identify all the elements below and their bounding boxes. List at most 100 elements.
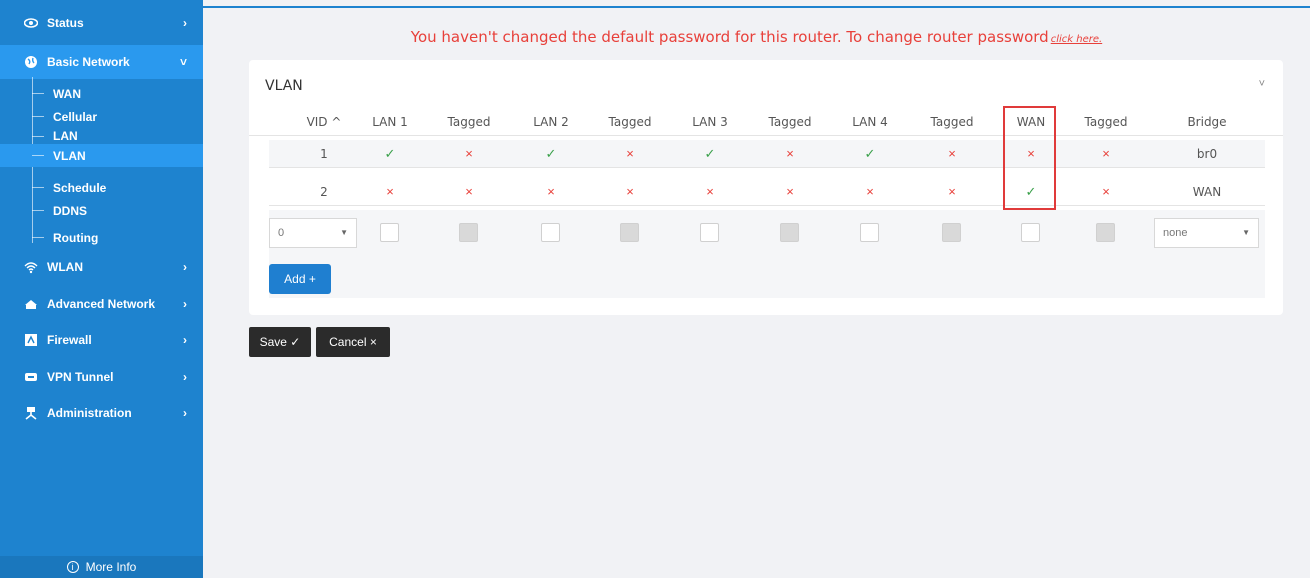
col-lan3: LAN 3 bbox=[692, 115, 728, 129]
card-title: VLAN bbox=[265, 78, 303, 94]
change-password-link[interactable]: click here. bbox=[1051, 34, 1102, 45]
submenu-ddns[interactable]: DDNS bbox=[0, 199, 203, 222]
col-bridge: Bridge bbox=[1187, 115, 1227, 129]
nav-vpn-tunnel[interactable]: VPN Tunnel › bbox=[0, 360, 203, 394]
info-icon: i bbox=[66, 561, 79, 573]
chevron-right-icon: › bbox=[183, 406, 187, 420]
lan1-checkbox[interactable] bbox=[380, 223, 399, 242]
table-header: VID ^ LAN 1 Tagged LAN 2 Tagged LAN 3 Ta… bbox=[249, 108, 1283, 136]
vpn-icon bbox=[24, 370, 38, 384]
vid-cell: 2 bbox=[320, 185, 328, 199]
mark-cell: × bbox=[465, 146, 473, 161]
col-tagged: Tagged bbox=[930, 115, 974, 129]
bridge-cell: WAN bbox=[1192, 185, 1222, 199]
submenu-vlan[interactable]: VLAN bbox=[0, 144, 203, 167]
chevron-right-icon: › bbox=[183, 16, 187, 30]
nav-administration-label: Administration bbox=[47, 406, 132, 420]
col-lan2: LAN 2 bbox=[533, 115, 569, 129]
submenu-wan[interactable]: WAN bbox=[0, 82, 203, 105]
mark-cell: × bbox=[786, 184, 794, 199]
mark-cell: × bbox=[948, 146, 956, 161]
submenu-ddns-label: DDNS bbox=[53, 203, 88, 218]
col-lan4: LAN 4 bbox=[852, 115, 888, 129]
wifi-icon bbox=[24, 260, 38, 274]
nav-basic-network-label: Basic Network bbox=[47, 55, 130, 69]
nav-wlan-label: WLAN bbox=[47, 260, 83, 274]
chevron-right-icon: › bbox=[183, 333, 187, 347]
bridge-cell: br0 bbox=[1196, 147, 1218, 161]
chevron-down-icon: ˅ bbox=[179, 55, 187, 69]
mark-cell: × bbox=[465, 184, 473, 199]
col-vid[interactable]: VID ^ bbox=[289, 115, 359, 129]
submenu-schedule-label: Schedule bbox=[53, 180, 107, 195]
mark-cell: × bbox=[626, 146, 634, 161]
more-info-link[interactable]: i More Info bbox=[0, 556, 203, 578]
wan-tagged-checkbox[interactable] bbox=[1096, 223, 1115, 242]
mark-cell: × bbox=[1102, 146, 1110, 161]
nav-firewall-label: Firewall bbox=[47, 333, 92, 347]
basic-network-submenu: WAN Cellular LAN VLAN Schedule DDNS Rout… bbox=[0, 77, 203, 249]
nav-basic-network[interactable]: Basic Network ˅ bbox=[0, 45, 203, 79]
wan-checkbox[interactable] bbox=[1021, 223, 1040, 242]
lan3-tagged-checkbox[interactable] bbox=[780, 223, 799, 242]
save-button[interactable]: Save ✓ bbox=[249, 327, 311, 357]
submenu-cellular[interactable]: Cellular bbox=[0, 105, 203, 128]
chevron-right-icon: › bbox=[183, 260, 187, 274]
sidebar: Status › Basic Network ˅ WAN Cellular LA… bbox=[0, 0, 203, 578]
mark-cell: × bbox=[786, 146, 794, 161]
bridge-select[interactable]: none ▼ bbox=[1154, 218, 1259, 248]
nav-advanced-network[interactable]: Advanced Network › bbox=[0, 287, 203, 321]
mark-cell: ✓ bbox=[545, 146, 557, 161]
nav-status[interactable]: Status › bbox=[0, 6, 203, 40]
submenu-wan-label: WAN bbox=[53, 86, 81, 101]
col-tagged: Tagged bbox=[1084, 115, 1128, 129]
admin-icon bbox=[24, 406, 38, 420]
table-row: 1 ✓ × ✓ × ✓ × ✓ × × × br0 bbox=[269, 140, 1265, 168]
submenu-schedule[interactable]: Schedule bbox=[0, 176, 203, 199]
mark-cell: ✓ bbox=[704, 146, 716, 161]
col-tagged: Tagged bbox=[608, 115, 652, 129]
submenu-lan-label: LAN bbox=[53, 129, 78, 143]
dropdown-arrow-icon: ▼ bbox=[340, 228, 348, 237]
eye-icon bbox=[24, 16, 38, 30]
col-tagged: Tagged bbox=[447, 115, 491, 129]
lan4-checkbox[interactable] bbox=[860, 223, 879, 242]
wan-column-highlight bbox=[1003, 106, 1056, 210]
mark-cell: × bbox=[386, 184, 394, 199]
chevron-right-icon: › bbox=[183, 370, 187, 384]
nav-advanced-network-label: Advanced Network bbox=[47, 297, 156, 311]
mark-cell: × bbox=[706, 184, 714, 199]
lan2-tagged-checkbox[interactable] bbox=[620, 223, 639, 242]
lan2-checkbox[interactable] bbox=[541, 223, 560, 242]
nav-vpn-tunnel-label: VPN Tunnel bbox=[47, 370, 114, 384]
vid-select-value: 0 bbox=[278, 227, 285, 239]
col-lan1: LAN 1 bbox=[372, 115, 408, 129]
vid-select[interactable]: 0 ▼ bbox=[269, 218, 357, 248]
mark-cell: × bbox=[1102, 184, 1110, 199]
submenu-routing[interactable]: Routing bbox=[0, 226, 203, 249]
nav-wlan[interactable]: WLAN › bbox=[0, 250, 203, 284]
vlan-card: VLAN ˅ VID ^ LAN 1 Tagged LAN 2 Tagged L… bbox=[249, 60, 1283, 315]
mark-cell: × bbox=[866, 184, 874, 199]
nav-status-label: Status bbox=[47, 16, 84, 30]
globe-icon bbox=[24, 55, 38, 69]
cancel-button[interactable]: Cancel × bbox=[316, 327, 390, 357]
nav-firewall[interactable]: Firewall › bbox=[0, 323, 203, 357]
top-accent-line bbox=[203, 6, 1310, 8]
lan4-tagged-checkbox[interactable] bbox=[942, 223, 961, 242]
lan3-checkbox[interactable] bbox=[700, 223, 719, 242]
submenu-routing-label: Routing bbox=[53, 230, 99, 245]
new-vlan-row: 0 ▼ none ▼ Add + bbox=[269, 210, 1265, 298]
nav-administration[interactable]: Administration › bbox=[0, 396, 203, 430]
dropdown-arrow-icon: ▼ bbox=[1242, 228, 1250, 237]
col-tagged: Tagged bbox=[768, 115, 812, 129]
mark-cell: ✓ bbox=[384, 146, 396, 161]
table-row: 2 × × × × × × × × ✓ × WAN bbox=[269, 178, 1265, 206]
lan1-tagged-checkbox[interactable] bbox=[459, 223, 478, 242]
submenu-lan[interactable]: LAN bbox=[0, 128, 203, 144]
vid-cell: 1 bbox=[320, 147, 328, 161]
collapse-chevron-icon[interactable]: ˅ bbox=[1259, 78, 1265, 90]
add-button[interactable]: Add + bbox=[269, 264, 331, 294]
mark-cell: × bbox=[547, 184, 555, 199]
firewall-icon bbox=[24, 333, 38, 347]
